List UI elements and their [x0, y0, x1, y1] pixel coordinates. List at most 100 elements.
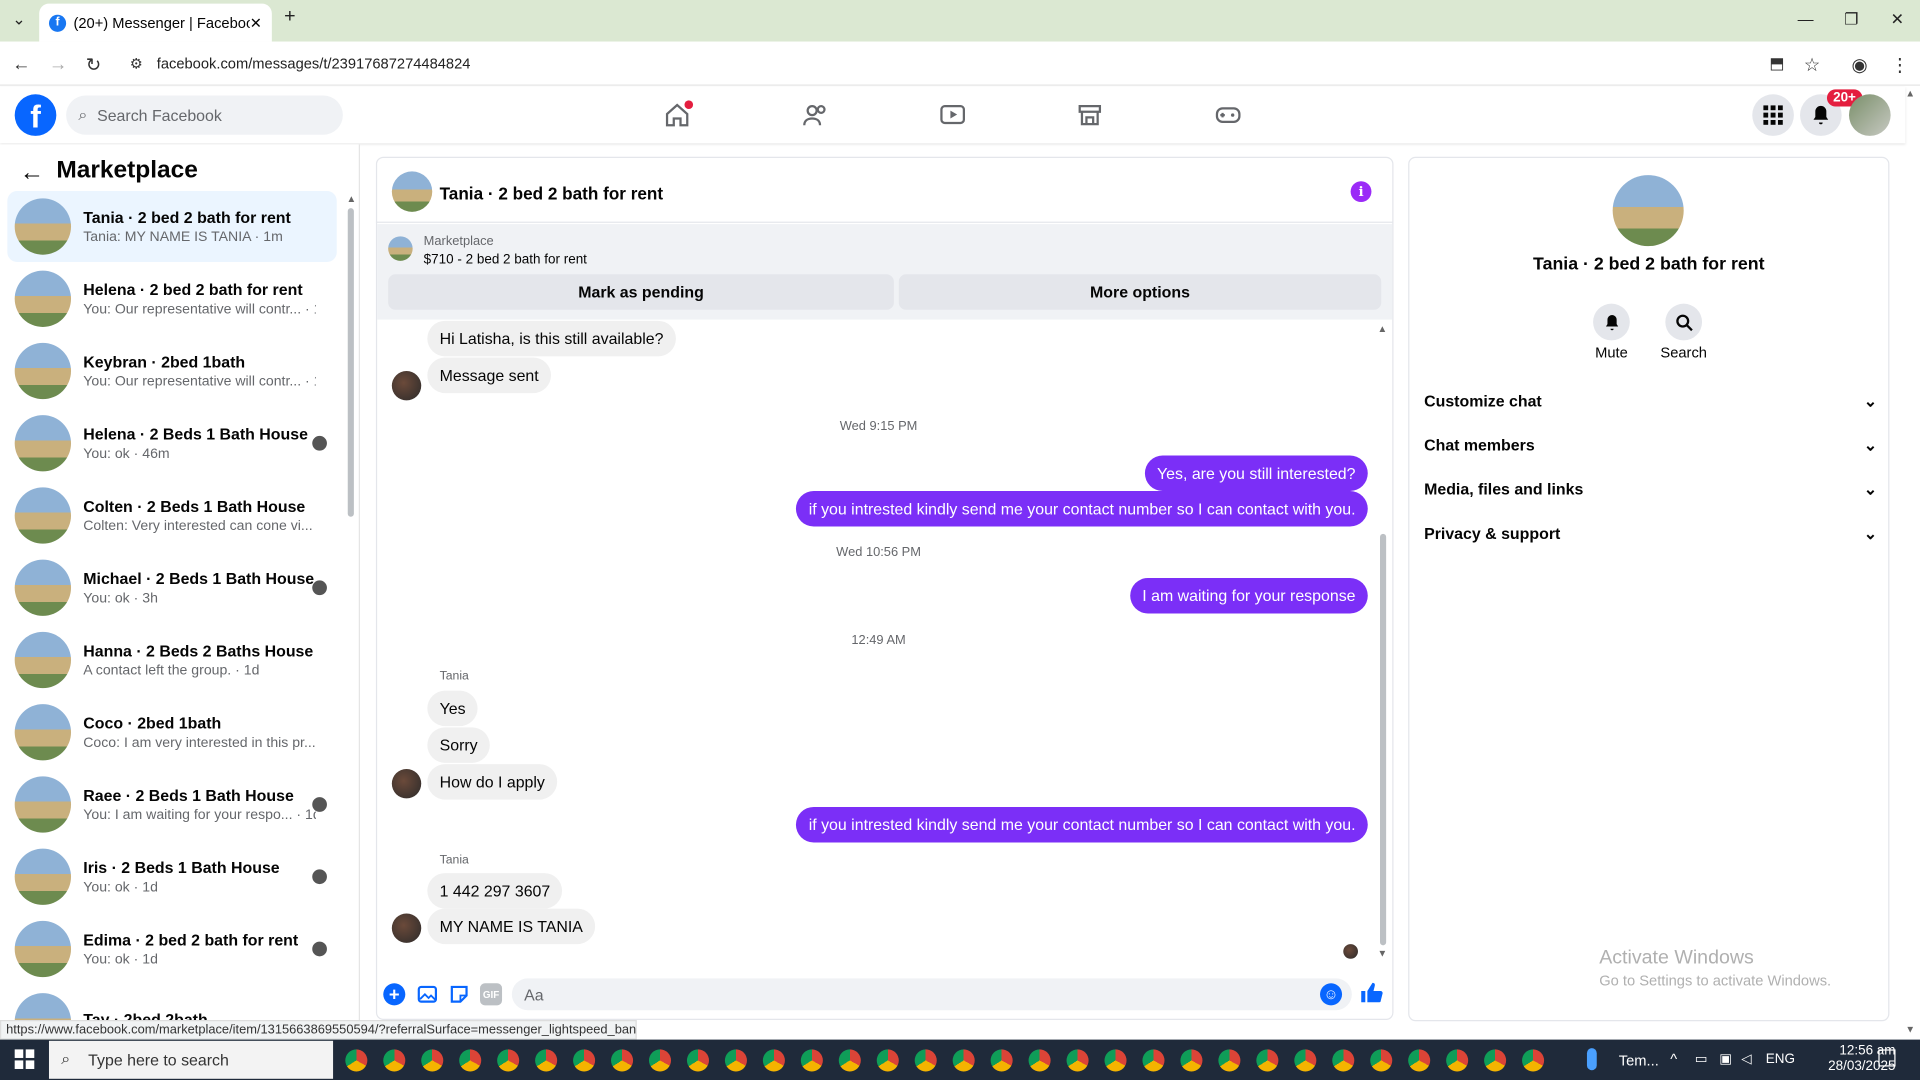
windows-start-icon[interactable] — [14, 1049, 35, 1069]
contact-avatar[interactable] — [1612, 175, 1684, 247]
conversation-item[interactable]: Hanna · 2 Beds 2 Baths House A contact le… — [7, 624, 336, 695]
taskbar-app-icon[interactable] — [1104, 1049, 1127, 1072]
message-input[interactable]: Aa — [511, 978, 1352, 1011]
taskbar-app-icon[interactable] — [1446, 1049, 1469, 1072]
message-outgoing[interactable]: if you intrested kindly send me your con… — [796, 806, 1368, 843]
accordion-chat-members[interactable]: Chat members ⌄ — [1424, 436, 1877, 456]
taskbar-app-icon[interactable] — [1028, 1049, 1051, 1072]
sender-avatar[interactable] — [391, 768, 422, 799]
chat-title[interactable]: Tania · 2 bed 2 bath for rent — [440, 184, 664, 204]
conversation-item[interactable]: Coco · 2bed 1bath Coco: I am very interes… — [7, 697, 336, 768]
taskbar-app-icon[interactable] — [762, 1049, 785, 1072]
message-incoming[interactable]: MY NAME IS TANIA — [427, 908, 596, 945]
scroll-up-arrow-icon[interactable]: ▲ — [347, 193, 357, 204]
taskbar-app-icon[interactable] — [800, 1049, 823, 1072]
more-options-button[interactable]: More options — [898, 274, 1382, 310]
chat-scroll-down-icon[interactable]: ▼ — [1378, 948, 1388, 959]
accordion-media-files-links[interactable]: Media, files and links ⌄ — [1424, 480, 1877, 500]
taskbar-app-icon[interactable] — [1370, 1049, 1393, 1072]
conversation-item[interactable]: Edima · 2 bed 2 bath for rent You: ok · 1… — [7, 913, 336, 984]
language-indicator[interactable]: ENG — [1766, 1052, 1795, 1067]
account-avatar[interactable] — [1848, 94, 1891, 136]
tray-network-icon[interactable]: ▭ — [1695, 1051, 1708, 1067]
taskbar-app-icon[interactable] — [383, 1049, 406, 1072]
taskbar-app-icon[interactable] — [838, 1049, 861, 1072]
reload-icon[interactable]: ↻ — [86, 54, 101, 76]
sidebar-scrollbar[interactable] — [347, 208, 354, 517]
chat-avatar[interactable] — [391, 171, 433, 212]
conversation-item[interactable]: Helena · 2 Beds 1 Bath House You: ok · 46… — [7, 408, 336, 479]
bookmark-star-icon[interactable]: ☆ — [1804, 54, 1820, 76]
taskbar-app-icon[interactable] — [990, 1049, 1013, 1072]
facebook-search-input[interactable]: ⌕ Search Facebook — [66, 95, 343, 135]
message-incoming[interactable]: How do I apply — [427, 764, 558, 800]
gif-icon[interactable]: GIF — [480, 983, 503, 1006]
taskbar-app-icon[interactable] — [345, 1049, 368, 1072]
taskbar-app-icon[interactable] — [459, 1049, 482, 1072]
mark-as-pending-button[interactable]: Mark as pending — [388, 274, 894, 310]
browser-tab[interactable]: f (20+) Messenger | Facebook ✕ — [39, 3, 272, 42]
taskbar-app-icon[interactable] — [1218, 1049, 1241, 1072]
page-scroll-down-icon[interactable]: ▼ — [1905, 1024, 1915, 1035]
search-conversation-icon[interactable] — [1665, 303, 1703, 341]
back-arrow-icon[interactable]: ← — [20, 159, 44, 187]
taskbar-app-icon[interactable] — [1294, 1049, 1317, 1072]
taskbar-app-icon[interactable] — [1484, 1049, 1507, 1072]
taskbar-app-icon[interactable] — [497, 1049, 520, 1072]
taskbar-app-icon[interactable] — [876, 1049, 899, 1072]
message-incoming[interactable]: Hi Latisha, is this still available? — [427, 320, 676, 357]
message-incoming[interactable]: Sorry — [427, 727, 490, 763]
sticker-icon[interactable] — [448, 983, 470, 1005]
emoji-icon[interactable]: ☺ — [1320, 983, 1343, 1006]
add-plus-icon[interactable]: + — [383, 983, 406, 1006]
url-field[interactable]: facebook.com/messages/t/2391768727448482… — [122, 49, 1836, 78]
taskbar-app-icon[interactable] — [1066, 1049, 1089, 1072]
message-incoming[interactable]: Message sent — [427, 357, 551, 394]
conversation-item[interactable]: Michael · 2 Beds 1 Bath House You: ok · 3… — [7, 552, 336, 623]
taskbar-app-icon[interactable] — [1180, 1049, 1203, 1072]
chat-scrollbar[interactable] — [1380, 533, 1387, 946]
accordion-customize-chat[interactable]: Customize chat ⌄ — [1424, 392, 1877, 412]
watch-video-icon[interactable] — [937, 100, 969, 129]
tray-chevron-up-icon[interactable]: ^ — [1670, 1051, 1677, 1068]
message-incoming[interactable]: 1 442 297 3607 — [427, 873, 563, 909]
install-app-icon[interactable]: ⬒ — [1769, 54, 1784, 74]
gaming-icon[interactable] — [1212, 100, 1244, 129]
browser-menu-icon[interactable]: ⋮ — [1891, 54, 1909, 76]
conversation-item[interactable]: Raee · 2 Beds 1 Bath House You: I am wait… — [7, 769, 336, 840]
taskbar-app-icon[interactable] — [535, 1049, 558, 1072]
close-tab-icon[interactable]: ✕ — [250, 14, 262, 31]
sender-avatar[interactable] — [391, 913, 422, 943]
marketplace-icon[interactable] — [1074, 100, 1106, 129]
taskbar-app-icon[interactable] — [1408, 1049, 1431, 1072]
attach-photo-icon[interactable] — [416, 983, 438, 1005]
taskbar-app-icon[interactable] — [914, 1049, 937, 1072]
taskbar-app-icon[interactable] — [573, 1049, 596, 1072]
search-label[interactable]: Search — [1647, 344, 1720, 361]
forward-icon[interactable]: → — [49, 54, 67, 75]
site-info-icon[interactable]: ⚙ — [130, 55, 143, 72]
new-tab-icon[interactable]: + — [284, 6, 295, 28]
like-thumbs-up-icon[interactable] — [1359, 981, 1383, 1005]
conversation-item[interactable]: Keybran · 2bed 1bath You: Our representat… — [7, 336, 336, 407]
minimize-icon[interactable]: — — [1798, 10, 1814, 28]
chat-scroll-up-icon[interactable]: ▲ — [1378, 323, 1388, 334]
notification-center-icon[interactable] — [1878, 1049, 1896, 1067]
message-incoming[interactable]: Yes — [427, 690, 478, 727]
tray-display-icon[interactable]: ▣ — [1719, 1051, 1732, 1067]
weather-thermometer-icon[interactable] — [1586, 1048, 1597, 1071]
profile-icon[interactable]: ◉ — [1851, 54, 1867, 76]
friends-icon[interactable] — [800, 100, 832, 129]
accordion-privacy-support[interactable]: Privacy & support ⌄ — [1424, 524, 1877, 544]
taskbar-app-icon[interactable] — [421, 1049, 444, 1072]
taskbar-app-icon[interactable] — [724, 1049, 747, 1072]
conversation-item[interactable]: Tania · 2 bed 2 bath for rent Tania: MY N… — [7, 191, 337, 263]
message-outgoing[interactable]: I am waiting for your response — [1130, 577, 1368, 614]
menu-grid-icon[interactable] — [1752, 94, 1794, 136]
tray-volume-icon[interactable]: ◁ — [1741, 1051, 1751, 1067]
taskbar-search-input[interactable]: Type here to search — [48, 1040, 334, 1079]
window-close-icon[interactable]: ✕ — [1891, 10, 1904, 30]
conversation-item[interactable]: Colten · 2 Beds 1 Bath House Colten: Very… — [7, 480, 336, 551]
message-outgoing[interactable]: if you intrested kindly send me your con… — [796, 491, 1368, 527]
listing-thumbnail[interactable] — [388, 236, 413, 261]
